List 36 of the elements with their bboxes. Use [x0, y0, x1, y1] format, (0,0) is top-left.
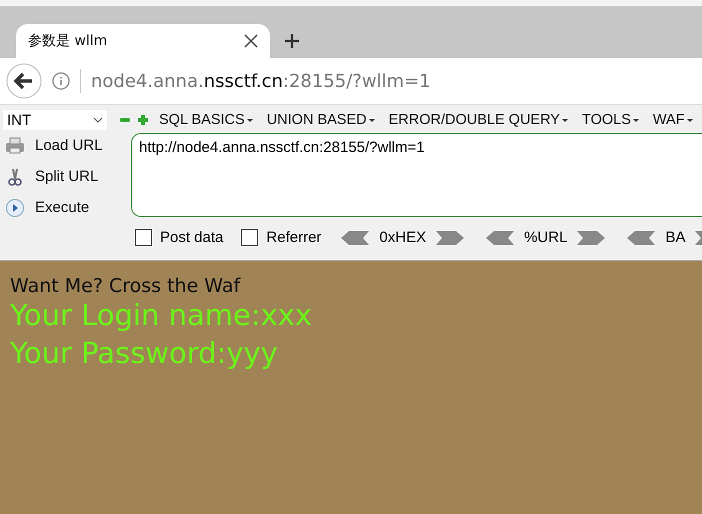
- encoder-label: %URL: [524, 229, 568, 246]
- type-select[interactable]: INT: [3, 110, 107, 130]
- plus-icon[interactable]: [137, 114, 149, 126]
- browser-tab[interactable]: 参数是 wllm: [16, 24, 270, 58]
- action-button[interactable]: Execute: [35, 199, 90, 216]
- left-chevron-icon[interactable]: [625, 230, 656, 244]
- menu-button[interactable]: ERROR/DOUBLE QUERY: [384, 112, 572, 128]
- menu-button[interactable]: TOOLS: [578, 112, 643, 128]
- action-button[interactable]: Split URL: [35, 168, 98, 185]
- chevron-down-icon: [93, 117, 103, 123]
- info-icon[interactable]: [52, 72, 70, 90]
- right-chevron-icon[interactable]: [436, 230, 466, 244]
- close-icon[interactable]: [244, 34, 258, 48]
- encoder-label: BA: [665, 229, 686, 246]
- printer-icon: [5, 136, 25, 154]
- login-name-text: Your Login name:xxx: [10, 297, 314, 334]
- password-text: Your Password:yyy: [10, 334, 279, 372]
- action-button[interactable]: Load URL: [35, 137, 103, 154]
- tab-title: 参数是 wllm: [28, 32, 108, 50]
- menu-button[interactable]: SQL BASICS: [155, 112, 257, 128]
- checkbox[interactable]: [135, 229, 152, 246]
- left-chevron-icon[interactable]: [339, 230, 370, 244]
- left-chevron-icon[interactable]: [484, 230, 514, 244]
- address-url[interactable]: node4.anna.nssctf.cn:28155/?wllm=1: [91, 70, 431, 92]
- checkbox[interactable]: [241, 229, 258, 246]
- right-chevron-icon[interactable]: [577, 230, 608, 244]
- new-tab-icon[interactable]: [284, 33, 300, 49]
- play-icon: [5, 198, 25, 218]
- checkbox-label[interactable]: Post data: [160, 229, 224, 246]
- checkbox-label[interactable]: Referrer: [266, 229, 322, 246]
- encoder-label: 0xHEX: [379, 229, 426, 246]
- back-icon[interactable]: [6, 63, 42, 99]
- page-heading: Want Me? Cross the Waf: [10, 275, 242, 297]
- menu-button[interactable]: UNION BASED: [262, 112, 379, 128]
- url-textarea[interactable]: http://node4.anna.nssctf.cn:28155/?wllm=1: [131, 133, 702, 217]
- menu-button[interactable]: WAF: [648, 112, 697, 128]
